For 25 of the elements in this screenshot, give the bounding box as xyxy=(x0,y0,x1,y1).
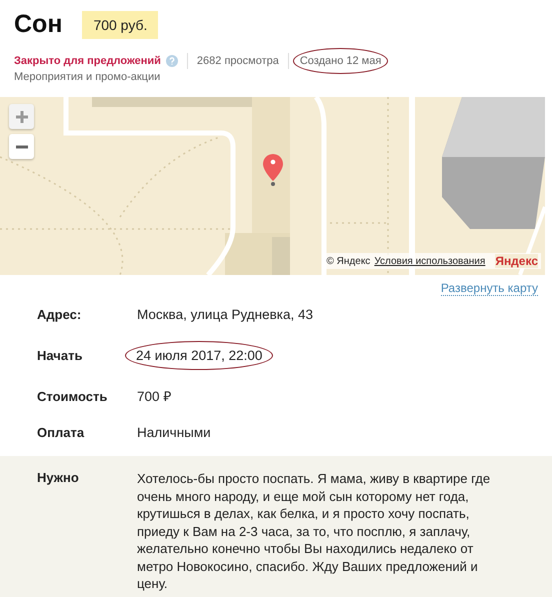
detail-label: Начать xyxy=(37,348,84,362)
detail-value: 700 ₽ xyxy=(137,388,172,405)
detail-label: Оплата xyxy=(37,424,86,440)
help-icon[interactable] xyxy=(166,55,178,67)
plus-icon xyxy=(16,110,28,122)
detail-value: Москва, улица Рудневка, 43 xyxy=(137,306,314,322)
price-badge: 700 руб. xyxy=(82,10,158,38)
zoom-in-button[interactable] xyxy=(9,104,34,129)
map-logo: Яндекс xyxy=(495,254,538,268)
need-description: Хотелось-бы просто поспать. Я мама, живу в квартире где очень много народу, и еще мой сын которому нет года, крутишься в делах, как белка, и я просто хочу поспать, приеду к Вам на 2-3 часа, за то, что посплю, я заплачу, желательно конечно чтобы Вы находились недалеко от метро Новокосино, спасибо. Жду Ваших предложений и цену. xyxy=(137,470,492,592)
status-text: Закрыто для предложений xyxy=(14,55,161,67)
created-date: Создано 12 мая xyxy=(292,48,388,74)
views-count: 2682 просмотра xyxy=(196,55,279,67)
map-attribution: © Яндекс xyxy=(326,256,370,266)
detail-label: Стоимость xyxy=(37,388,108,404)
page-title: Сон xyxy=(14,10,62,39)
detail-value: 24 июля 2017, 22:00 xyxy=(125,340,274,370)
zoom-out-button[interactable] xyxy=(9,134,34,159)
terms-link[interactable]: Условия использования xyxy=(374,256,486,266)
need-label: Нужно xyxy=(37,470,80,487)
expand-map-link[interactable]: Развернуть карту xyxy=(440,281,538,296)
map-pin-icon xyxy=(261,153,285,187)
category-text: Мероприятия и промо-акции xyxy=(13,70,162,83)
detail-value: Наличными xyxy=(137,424,211,440)
detail-label: Адрес: xyxy=(37,306,82,322)
